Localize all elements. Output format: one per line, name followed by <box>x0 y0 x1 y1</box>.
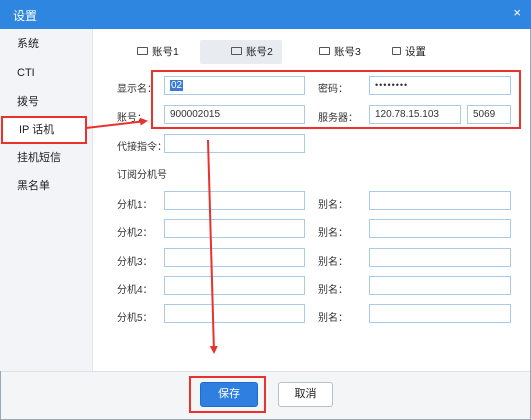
display-name-label: 显示名： <box>117 84 157 95</box>
extension-3-field[interactable] <box>164 248 305 267</box>
proxy-command-field[interactable] <box>164 134 305 153</box>
server-field[interactable]: 120.78.15.103 <box>369 105 461 124</box>
alias-4-field[interactable] <box>369 276 511 295</box>
proxy-command-label: 代接指令： <box>117 142 167 153</box>
id-card-icon <box>231 47 242 56</box>
port-field[interactable]: 5069 <box>467 105 511 124</box>
subscribe-section-title: 订阅分机号 <box>117 170 167 181</box>
account-form: 显示名： 02 密码： •••••••• 账号： 900002015 服务器： … <box>93 65 531 371</box>
extension-3-label: 分机3： <box>117 257 153 268</box>
tab-account-3[interactable]: 账号3 <box>315 40 385 64</box>
extension-1-label: 分机1： <box>117 200 153 211</box>
alias-1-label: 别名： <box>318 200 348 211</box>
close-icon[interactable]: × <box>513 6 521 20</box>
extension-5-field[interactable] <box>164 304 305 323</box>
extension-1-field[interactable] <box>164 191 305 210</box>
extension-2-label: 分机2： <box>117 228 153 239</box>
extension-4-field[interactable] <box>164 276 305 295</box>
id-card-icon <box>137 47 148 56</box>
alias-4-label: 别名： <box>318 285 348 296</box>
server-label: 服务器： <box>318 113 358 124</box>
sidebar-item-hangup-sms[interactable]: 挂机短信 <box>0 145 93 171</box>
alias-3-field[interactable] <box>369 248 511 267</box>
account-label: 账号： <box>117 113 147 124</box>
alias-1-field[interactable] <box>369 191 511 210</box>
sidebar-item-blacklist[interactable]: 黑名单 <box>0 173 93 199</box>
extension-5-label: 分机5： <box>117 313 153 324</box>
sidebar-item-ip-phone[interactable]: IP 话机 <box>1 116 87 144</box>
save-button[interactable]: 保存 <box>200 382 258 407</box>
tab-settings[interactable]: 设置 <box>388 40 448 64</box>
lock-key-icon <box>392 47 401 56</box>
title-bar: 设置 × <box>0 0 531 29</box>
display-name-field[interactable]: 02 <box>164 76 305 95</box>
sidebar-item-cti[interactable]: CTI <box>0 60 93 86</box>
account-tabs: 账号1 账号2 账号3 设置 <box>93 37 531 65</box>
id-card-icon <box>319 47 330 56</box>
sidebar-item-dial[interactable]: 拨号 <box>0 89 93 115</box>
extension-4-label: 分机4： <box>117 285 153 296</box>
tab-account-1[interactable]: 账号1 <box>133 40 203 64</box>
sidebar: 系统 CTI 拨号 IP 话机 挂机短信 黑名单 <box>0 29 93 371</box>
alias-2-label: 别名： <box>318 228 348 239</box>
alias-5-field[interactable] <box>369 304 511 323</box>
dialog-footer: 保存 取消 <box>1 371 530 419</box>
password-field[interactable]: •••••••• <box>369 76 511 95</box>
window-title: 设置 <box>13 9 38 23</box>
alias-2-field[interactable] <box>369 219 511 238</box>
alias-3-label: 别名： <box>318 257 348 268</box>
password-label: 密码： <box>318 84 348 95</box>
sidebar-item-system[interactable]: 系统 <box>0 31 93 57</box>
account-field[interactable]: 900002015 <box>164 105 305 124</box>
alias-5-label: 别名： <box>318 313 348 324</box>
extension-2-field[interactable] <box>164 219 305 238</box>
cancel-button[interactable]: 取消 <box>278 382 333 407</box>
tab-account-2[interactable]: 账号2 <box>200 40 282 64</box>
